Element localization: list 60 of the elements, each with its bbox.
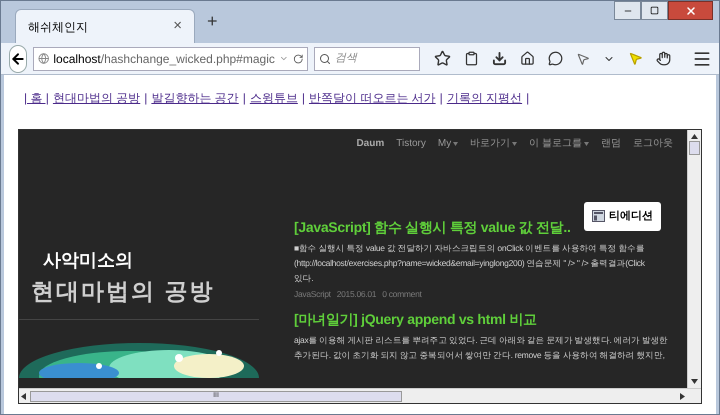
scroll-thumb[interactable] (689, 141, 700, 155)
blog-title-large: 현대마법의 공방 (31, 277, 216, 306)
post-meta: JavaScript (294, 288, 331, 301)
blog-menu-item[interactable]: 이 블로그를 (529, 136, 582, 151)
layout-icon (592, 210, 605, 222)
blog-menu-item[interactable]: Tistory (396, 136, 426, 151)
scroll-left-icon[interactable] (21, 392, 26, 400)
url-host: localhost (53, 52, 101, 66)
blog-menu-item[interactable]: 로그아웃 (633, 136, 673, 151)
edition-button[interactable]: 티에디션 (584, 202, 661, 230)
scroll-down-icon[interactable] (691, 379, 698, 384)
link-separator: | (144, 90, 148, 107)
post-excerpt-line: ajax를 이용해 게시판 리스트를 뿌려주고 있었다. 근데 아래와 같은 문제가 발생했다. 에러가 발생한 (294, 334, 669, 347)
search-field[interactable]: 검색 (314, 46, 420, 70)
hand-icon[interactable] (656, 51, 671, 66)
nav-link[interactable]: 스윙튜브 (250, 89, 298, 129)
blog-menu-item[interactable]: 바로가기 (470, 136, 510, 151)
post-excerpt-line: (http://localhost/exercises.php?name=wicked&email=yinglong200) 연습문제 " /> " /> 출력결과(Click (294, 257, 646, 270)
address-field[interactable]: localhost/hashchange_wicked.php#magic (33, 46, 308, 70)
close-icon (684, 4, 696, 16)
link-separator: | (526, 90, 530, 107)
close-tab-button[interactable]: × (173, 15, 182, 38)
maximize-icon (650, 6, 659, 15)
link-separator: | (242, 90, 246, 107)
tab-title: 해쉬체인지 (28, 18, 88, 36)
blog-menu-item[interactable]: 랜덤 (601, 136, 621, 151)
globe-icon (38, 52, 50, 65)
nav-link[interactable]: 현대마법의 공방 (52, 89, 140, 129)
home-icon[interactable] (520, 51, 535, 66)
download-icon[interactable] (492, 51, 507, 66)
nav-link[interactable]: 반쪽달이 떠오르는 서가 (308, 89, 436, 129)
close-window-button[interactable] (668, 1, 713, 20)
bookmark-star-icon[interactable] (434, 50, 451, 67)
scroll-right-icon[interactable] (680, 392, 685, 400)
vertical-scrollbar[interactable] (687, 130, 701, 388)
browser-tab[interactable]: 해쉬체인지 × (15, 9, 195, 43)
link-separator: | (440, 90, 443, 107)
clipboard-icon[interactable] (464, 51, 479, 66)
post-meta: 0 comment (382, 288, 422, 301)
blog-title-small: 사악미소의 (43, 249, 134, 272)
post-excerpt-line: ■함수 실행시 특정 value 값 전달하기 자바스크립트의 onClick 이벤트를 사용하여 특정 함수를 (294, 242, 646, 255)
new-tab-button[interactable]: + (207, 8, 218, 35)
nav-link[interactable]: 발길향하는 공간 (151, 89, 239, 129)
post-meta: 2015.06.01 (336, 288, 376, 301)
blog-menu-item[interactable]: My (438, 136, 452, 151)
nav-link[interactable]: 기록의 지평선 (446, 89, 522, 129)
link-separator: | 홈 | (24, 90, 49, 107)
back-button[interactable] (9, 44, 27, 72)
url-path: /hashchange_wicked.php#magic (100, 52, 275, 66)
scroll-up-icon[interactable] (691, 134, 698, 139)
reload-icon (292, 52, 303, 64)
search-input[interactable]: 검색 (335, 50, 415, 67)
blog-menu-item[interactable]: Daum (356, 136, 384, 151)
maximize-button[interactable] (641, 1, 668, 20)
search-icon (319, 52, 331, 64)
post-title[interactable]: [마녀일기] jQuery append vs html 비교 (294, 308, 687, 330)
chat-icon[interactable] (548, 51, 563, 66)
post-excerpt-line: 있다. (294, 272, 314, 285)
link-separator: | (302, 90, 305, 107)
post-excerpt-line: 추가된다. 값이 초기화 되지 않고 중복되어서 쌓여만 간다. remove 등을 사용하여 해결하려 했지만, (294, 348, 666, 362)
